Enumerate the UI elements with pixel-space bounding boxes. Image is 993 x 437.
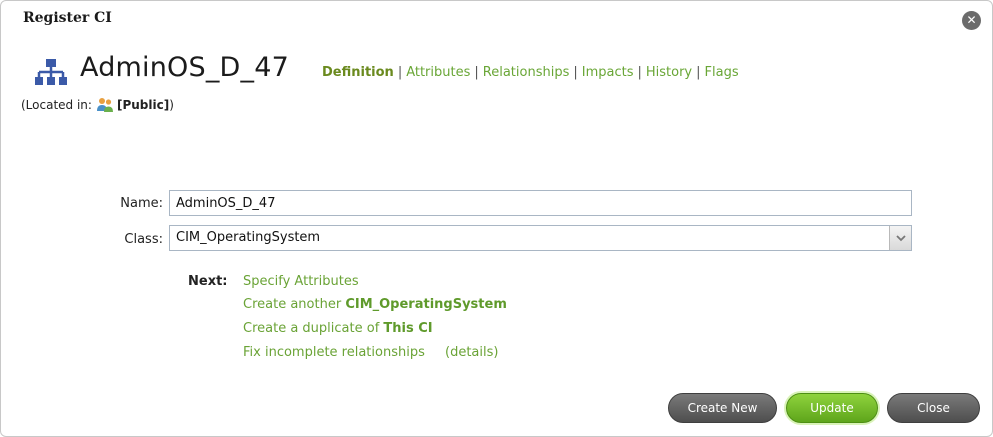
dialog-title: Register CI xyxy=(23,10,112,26)
located-prefix: (Located in: xyxy=(21,98,92,112)
fix-relationships-link[interactable]: Fix incomplete relationships xyxy=(243,345,425,360)
tab-impacts[interactable]: Impacts xyxy=(582,65,634,80)
tab-flags[interactable]: Flags xyxy=(705,65,739,80)
tab-separator: | xyxy=(573,65,578,80)
tab-separator: | xyxy=(474,65,479,80)
fix-relationships-row: Fix incomplete relationships (details) xyxy=(243,345,498,360)
class-select-value: CIM_OperatingSystem xyxy=(176,230,321,245)
network-topology-icon xyxy=(35,59,67,85)
close-button[interactable]: Close xyxy=(887,393,980,423)
specify-attributes-link[interactable]: Specify Attributes xyxy=(243,274,359,289)
details-link[interactable]: (details) xyxy=(445,345,498,360)
tab-history[interactable]: History xyxy=(646,65,692,80)
register-ci-dialog: Register CI ✕ AdminOS_D_47 (Located in: … xyxy=(0,0,993,437)
tab-definition[interactable]: Definition xyxy=(322,65,394,80)
tab-attributes[interactable]: Attributes xyxy=(406,65,470,80)
duplicate-prefix: Create a duplicate of xyxy=(243,321,380,336)
name-field[interactable] xyxy=(169,190,912,216)
create-new-button[interactable]: Create New xyxy=(668,393,777,423)
tab-separator: | xyxy=(637,65,642,80)
close-dialog-icon[interactable]: ✕ xyxy=(962,11,981,30)
create-another-class: CIM_OperatingSystem xyxy=(345,297,507,312)
tab-separator: | xyxy=(397,65,403,80)
create-another-prefix: Create another xyxy=(243,297,342,312)
tab-separator: | xyxy=(696,65,701,80)
class-select[interactable]: CIM_OperatingSystem xyxy=(169,225,912,251)
location-line: (Located in: [Public] ) xyxy=(21,97,174,113)
ci-nav-tabs: Definition | Attributes | Relationships | Impa… xyxy=(322,65,739,80)
name-label: Name: xyxy=(120,196,163,211)
ci-name-heading: AdminOS_D_47 xyxy=(80,52,289,83)
duplicate-target: This CI xyxy=(383,321,433,336)
next-label: Next: xyxy=(188,274,228,289)
class-select-dropdown-button[interactable] xyxy=(889,226,911,250)
class-label: Class: xyxy=(124,232,163,247)
update-button[interactable]: Update xyxy=(786,393,878,423)
chevron-down-icon xyxy=(895,234,906,241)
location-name: [Public] xyxy=(116,98,170,112)
dialog-titlebar: Register CI ✕ xyxy=(1,1,992,37)
users-group-icon xyxy=(96,98,113,112)
located-suffix: ) xyxy=(169,98,174,112)
create-another-link[interactable]: Create another CIM_OperatingSystem xyxy=(243,297,507,312)
create-duplicate-link[interactable]: Create a duplicate of This CI xyxy=(243,321,433,336)
tab-relationships[interactable]: Relationships xyxy=(483,65,570,80)
